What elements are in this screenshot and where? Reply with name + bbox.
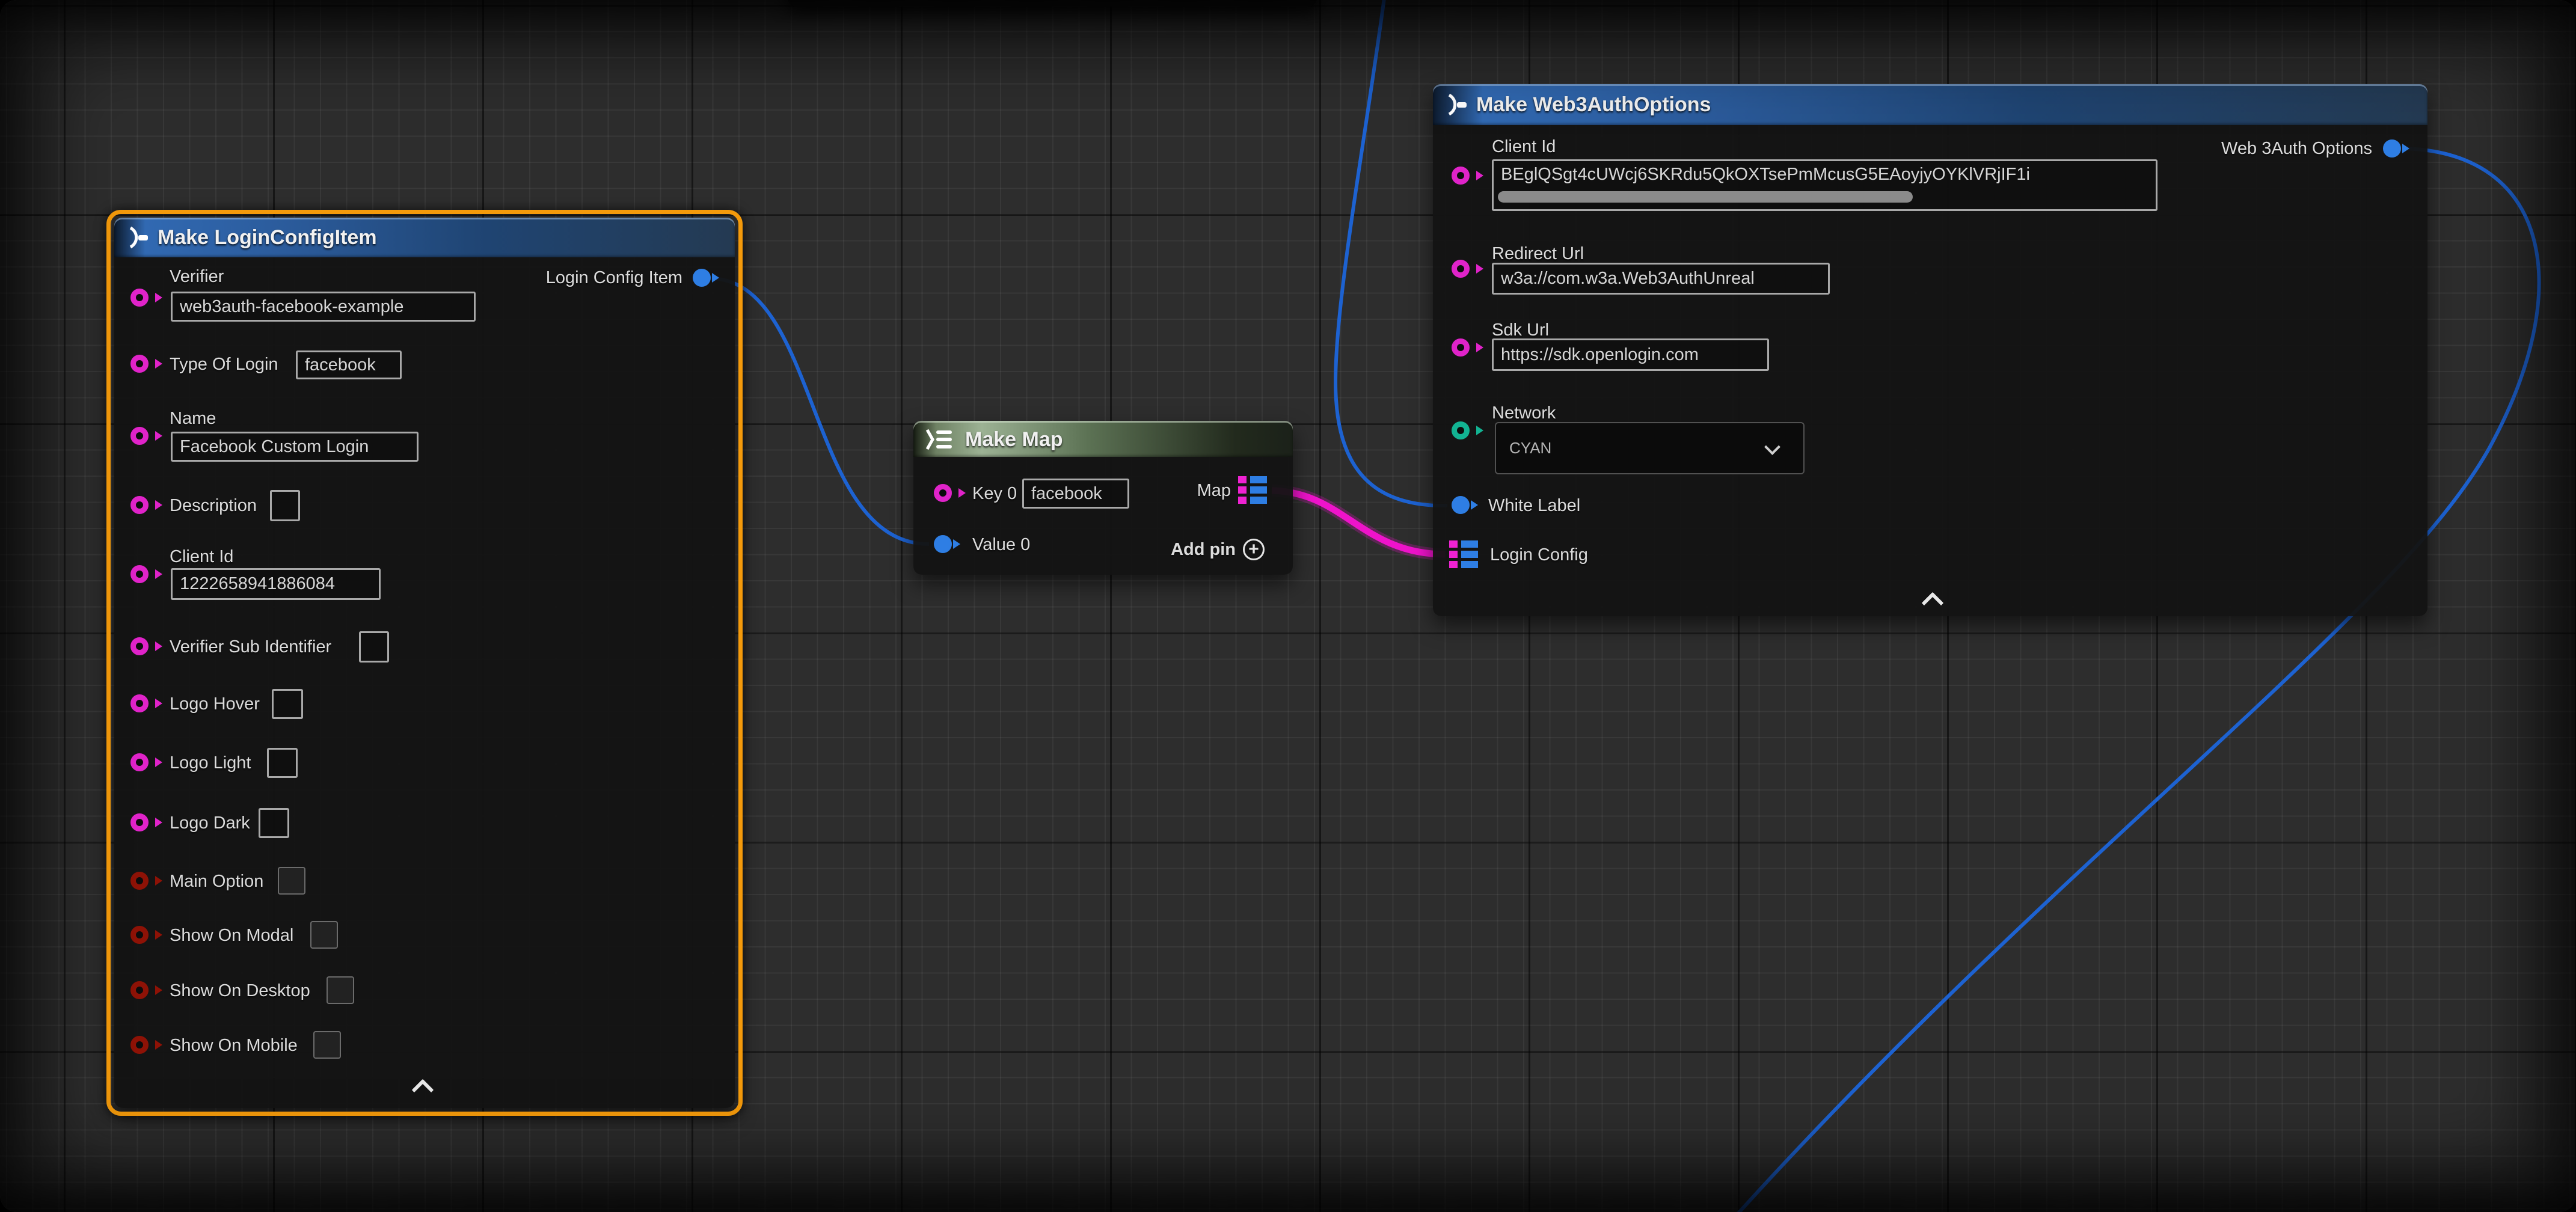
pin-label-redirect-url: Redirect Url [1492,244,1584,264]
node-title: Make LoginConfigItem [158,226,377,249]
pin-label-show-on-desktop: Show On Desktop [170,981,310,1001]
collapse-chevron-icon[interactable] [412,1079,434,1101]
description-input[interactable] [270,490,300,521]
pin-label-verifier: Verifier [170,267,224,287]
wire-loginconfigitem-to-value0[interactable] [710,278,929,544]
pin-label-map: Map [1197,481,1231,501]
key-0-input[interactable]: facebook [1022,479,1129,509]
add-pin-label[interactable]: Add pin [1171,540,1236,560]
pin-show-on-desktop[interactable] [130,981,149,999]
pin-label-client-id: Client Id [1492,137,1556,157]
node-title: Make Map [965,428,1063,451]
pin-type-of-login[interactable] [130,355,149,373]
node-make-web3authoptions[interactable]: Make Web3AuthOptions Web 3Auth Options C… [1433,84,2427,616]
pin-label-show-on-mobile: Show On Mobile [170,1036,298,1056]
pin-label-client-id: Client Id [170,547,233,567]
logo-light-input[interactable] [267,748,298,778]
make-map-icon [923,428,957,451]
offscreen-node-partial[interactable] [788,0,1317,7]
node-header[interactable]: Make Web3AuthOptions [1433,84,2427,125]
pin-label-verifier-sub-identifier: Verifier Sub Identifier [170,637,331,657]
show-on-mobile-checkbox[interactable] [313,1031,341,1059]
pin-label-description: Description [170,496,257,516]
pin-main-option[interactable] [130,872,149,890]
pin-label-show-on-modal: Show On Modal [170,926,293,946]
verifier-sub-identifier-input[interactable] [359,631,389,663]
verifier-input[interactable]: web3auth-facebook-example [171,292,476,322]
logo-hover-input[interactable] [272,689,303,719]
pin-login-config[interactable] [1449,540,1478,568]
pin-output-login-config-item[interactable] [693,269,711,287]
show-on-modal-checkbox[interactable] [310,921,338,949]
pin-verifier[interactable] [130,289,149,307]
node-make-loginconfigitem[interactable]: Make LoginConfigItem Login Config Item V… [114,218,735,1108]
client-id-scrollbar[interactable] [1498,191,1913,203]
pin-label-type-of-login: Type Of Login [170,355,278,375]
node-make-map[interactable]: Make Map Key 0 facebook Map Value 0 Add … [913,421,1293,575]
pin-label-value-0: Value 0 [972,535,1030,555]
node-title: Make Web3AuthOptions [1476,93,1711,117]
pin-label-login-config-item: Login Config Item [546,268,682,288]
pin-value-0[interactable] [934,535,952,553]
make-struct-icon [125,225,152,249]
pin-client-id[interactable] [1452,167,1470,185]
logo-dark-input[interactable] [259,808,289,838]
pin-label-name: Name [170,409,216,429]
pin-label-logo-dark: Logo Dark [170,813,250,833]
node-header[interactable]: Make LoginConfigItem [114,218,735,257]
pin-description[interactable] [130,496,149,514]
pin-logo-hover[interactable] [130,694,149,712]
pin-label-main-option: Main Option [170,872,263,892]
blueprint-graph-canvas[interactable]: Make LoginConfigItem Login Config Item V… [0,0,2576,1212]
network-dropdown[interactable]: CYAN [1495,422,1805,474]
pin-redirect-url[interactable] [1452,260,1470,278]
pin-label-network: Network [1492,403,1556,423]
pin-network[interactable] [1452,421,1470,439]
name-input[interactable]: Facebook Custom Login [171,432,419,462]
redirect-url-input[interactable]: w3a://com.w3a.Web3AuthUnreal [1492,263,1830,295]
pin-label-logo-hover: Logo Hover [170,694,260,714]
wire-top-to-whitelabel[interactable] [1336,0,1447,506]
pin-key-0[interactable] [934,484,952,502]
pin-label-sdk-url: Sdk Url [1492,320,1549,340]
pin-logo-dark[interactable] [130,813,149,831]
pin-client-id[interactable] [130,565,149,583]
pin-white-label[interactable] [1452,496,1470,514]
add-pin-icon[interactable]: + [1243,539,1265,560]
pin-output-web3auth-options[interactable] [2383,139,2401,158]
sdk-url-input[interactable]: https://sdk.openlogin.com [1492,338,1769,371]
pin-sdk-url[interactable] [1452,338,1470,357]
pin-label-web3auth-options: Web 3Auth Options [2221,139,2372,159]
make-struct-icon [1444,93,1470,117]
pin-label-login-config: Login Config [1490,545,1588,565]
node-header[interactable]: Make Map [913,421,1293,457]
main-option-checkbox[interactable] [278,867,305,895]
pin-show-on-mobile[interactable] [130,1036,149,1054]
pin-name[interactable] [130,427,149,445]
pin-verifier-sub-identifier[interactable] [130,637,149,655]
pin-output-map[interactable] [1238,476,1267,504]
client-id-input[interactable]: 1222658941886084 [171,568,381,600]
pin-show-on-modal[interactable] [130,926,149,944]
type-of-login-input[interactable]: facebook [296,350,402,379]
pin-label-logo-light: Logo Light [170,753,251,773]
pin-logo-light[interactable] [130,753,149,771]
pin-label-white-label: White Label [1488,496,1580,516]
client-id-input[interactable]: BEglQSgt4cUWcj6SKRdu5QkOXTsePmMcusG5EAoy… [1492,159,2157,211]
collapse-chevron-icon[interactable] [1922,592,1944,614]
show-on-desktop-checkbox[interactable] [327,976,354,1004]
pin-label-key-0: Key 0 [972,484,1017,504]
